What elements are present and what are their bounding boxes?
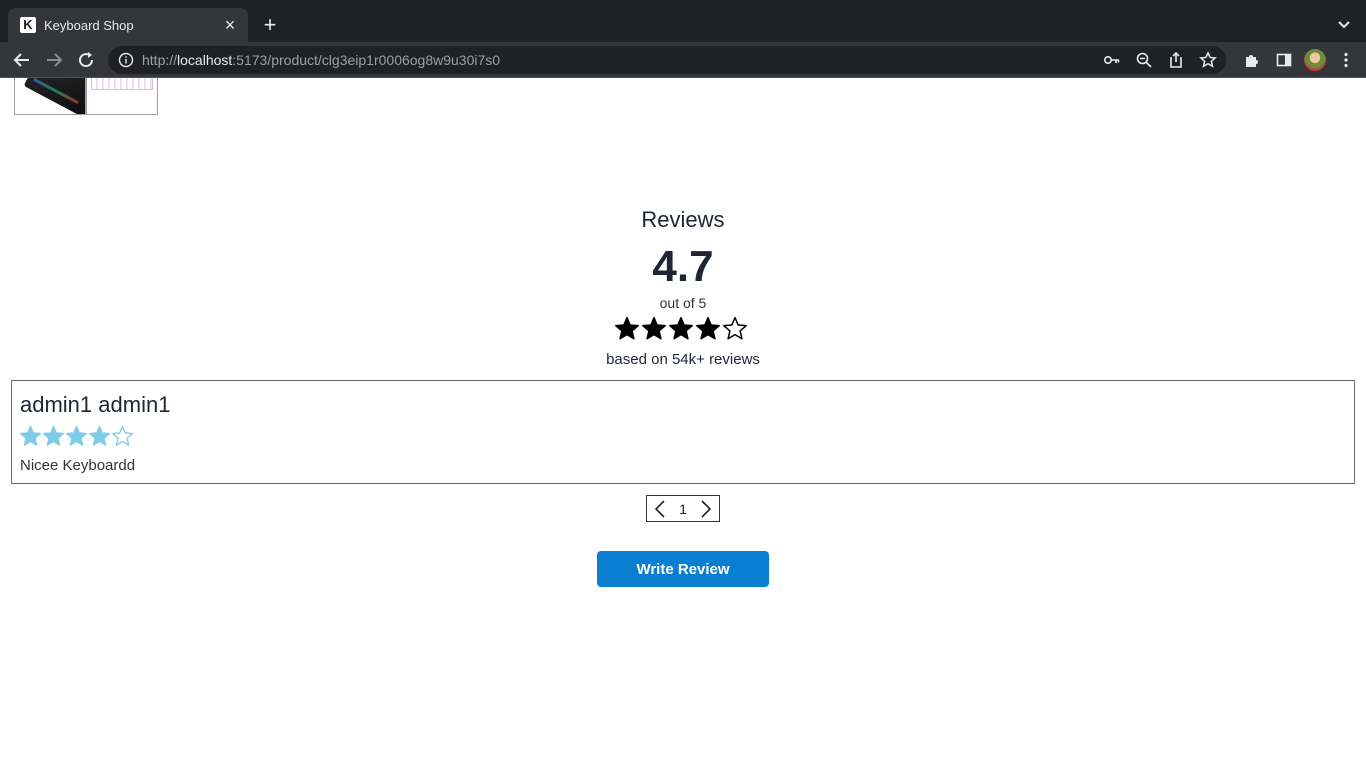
star-filled-icon <box>88 425 111 446</box>
arrow-right-icon <box>47 53 63 67</box>
star-filled-icon <box>642 316 666 340</box>
star-filled-icon <box>669 316 693 340</box>
dark-keyboard-thumbnail[interactable] <box>14 78 86 115</box>
reviews-heading: Reviews <box>641 207 725 232</box>
next-page-button[interactable] <box>697 498 715 520</box>
url-text: http://localhost:5173/product/clg3eip1r0… <box>142 52 501 68</box>
write-review-button[interactable]: Write Review <box>597 551 769 587</box>
white-rgb-keyboard-thumbnail[interactable] <box>86 78 158 115</box>
share-icon[interactable] <box>1164 48 1188 72</box>
pagination: 1 <box>646 495 720 522</box>
zoom-out-icon[interactable] <box>1132 48 1156 72</box>
average-star-rating <box>614 316 748 342</box>
forward-button[interactable] <box>40 46 68 74</box>
browser-toolbar: http://localhost:5173/product/clg3eip1r0… <box>0 42 1366 78</box>
browser-tab-bar: K Keyboard Shop × + <box>0 0 1366 42</box>
tab-title: Keyboard Shop <box>44 17 134 33</box>
star-filled-icon <box>65 425 88 446</box>
star-filled-icon <box>42 425 65 446</box>
arrow-left-icon <box>13 53 29 67</box>
address-bar[interactable]: http://localhost:5173/product/clg3eip1r0… <box>108 46 1226 74</box>
star-filled-icon <box>696 316 720 340</box>
star-empty-icon <box>723 316 747 340</box>
review-text: Nicee Keyboardd <box>20 457 136 474</box>
current-page-number: 1 <box>679 500 687 517</box>
back-button[interactable] <box>8 46 36 74</box>
info-icon <box>118 52 134 68</box>
star-filled-icon <box>615 316 639 340</box>
review-star-rating <box>19 425 134 448</box>
average-rating: 4.7 <box>652 242 714 291</box>
profile-avatar[interactable] <box>1304 49 1326 71</box>
browser-tab-active[interactable]: K Keyboard Shop × <box>8 8 248 42</box>
star-filled-icon <box>19 425 42 446</box>
reload-icon <box>79 52 94 68</box>
bookmark-star-icon[interactable] <box>1196 48 1220 72</box>
puzzle-icon[interactable] <box>1240 48 1264 72</box>
previous-page-button[interactable] <box>651 498 669 520</box>
tab-close-icon[interactable]: × <box>218 13 242 37</box>
review-count-label: based on 54k+ reviews <box>606 351 760 368</box>
chevron-left-icon <box>654 499 665 518</box>
rating-scale-label: out of 5 <box>659 295 707 311</box>
more-vert-icon[interactable] <box>1334 48 1358 72</box>
favicon-icon: K <box>20 17 36 33</box>
chevron-right-icon <box>701 499 712 518</box>
star-empty-icon <box>111 425 134 446</box>
new-tab-button[interactable]: + <box>256 11 284 39</box>
reload-button[interactable] <box>72 46 100 74</box>
review-card: admin1 admin1 Nicee Keyboardd <box>11 380 1355 484</box>
product-thumbnails <box>14 78 158 115</box>
key-icon[interactable] <box>1100 48 1124 72</box>
review-author: admin1 admin1 <box>20 392 171 417</box>
tab-search-chevron-icon[interactable] <box>1332 12 1356 36</box>
side-panel-icon[interactable] <box>1272 48 1296 72</box>
